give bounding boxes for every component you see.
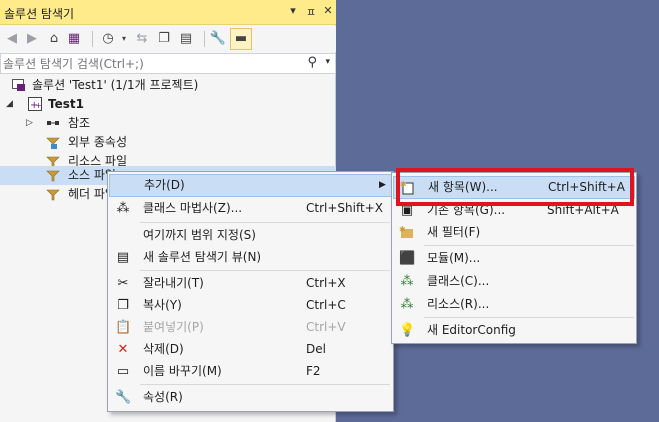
tree-item-label: 참조 (68, 116, 91, 130)
submenu-item-new-editorconfig[interactable]: 💡 새 EditorConfig (393, 319, 635, 342)
tree-item-label: 외부 종속성 (68, 135, 128, 149)
menu-item-rename[interactable]: ▭ 이름 바꾸기(M) F2 (109, 360, 392, 383)
wrench-icon: 🔧 (115, 390, 132, 405)
menu-separator (424, 317, 634, 318)
menu-item-paste[interactable]: 📋 붙여넣기(P) Ctrl+V (109, 316, 392, 339)
back-icon[interactable]: ◀ (2, 29, 22, 49)
search-icon[interactable]: ⚲ (307, 55, 317, 70)
sync-icon[interactable]: ⇆ (132, 29, 152, 49)
menu-item-class-wizard[interactable]: ⁂ 클래스 마법사(Z)... Ctrl+Shift+X (109, 197, 392, 220)
class-wizard-icon: ⁂ (116, 201, 130, 216)
forward-icon[interactable]: ▶ (22, 29, 42, 49)
submenu-arrow-icon: ▶ (379, 180, 386, 190)
svg-text:+: + (35, 101, 42, 110)
annotation-highlight-box (396, 168, 634, 206)
menu-separator (140, 222, 390, 223)
tree-item-references[interactable]: ▷ 참조 (0, 114, 336, 133)
references-icon (47, 121, 59, 125)
switch-views-icon[interactable]: ▦ (64, 29, 84, 49)
menu-item-delete[interactable]: ✕ 삭제(D) Del (109, 338, 392, 361)
menu-item-cut[interactable]: ✂ 잘라내기(T) Ctrl+X (109, 272, 392, 295)
copy-icon: ❐ (117, 298, 129, 313)
collapse-all-icon[interactable]: ❐ (154, 29, 174, 49)
menu-item-copy[interactable]: ❐ 복사(Y) Ctrl+C (109, 294, 392, 317)
svg-text:✱: ✱ (399, 225, 406, 234)
paste-icon: 📋 (115, 320, 132, 335)
pin-icon[interactable]: ㅍ (304, 4, 318, 20)
menu-item-properties[interactable]: 🔧 속성(R) (109, 386, 392, 409)
scissors-icon: ✂ (117, 276, 129, 291)
menu-item-add[interactable]: 추가(D) ▶ (109, 174, 392, 197)
panel-title-bar: 솔루션 탐색기 ▾ ㅍ ✕ (0, 0, 336, 25)
menu-separator (424, 245, 634, 246)
preview-selected-icon[interactable]: ▬ (230, 28, 252, 50)
tree-item-project[interactable]: ◢ + + Test1 (0, 95, 336, 114)
lightbulb-icon: 💡 (399, 323, 416, 338)
new-filter-icon: ✱ (399, 225, 415, 241)
cpp-project-icon: + + (28, 97, 42, 111)
menu-separator (140, 270, 390, 271)
expanded-arrow-icon[interactable]: ◢ (6, 95, 13, 114)
class-icon: ⁂ (400, 274, 414, 289)
window-position-dropdown-icon[interactable]: ▾ (286, 4, 300, 17)
resource-icon: ⁂ (400, 297, 414, 312)
tree-item-solution[interactable]: 솔루션 'Test1' (1/1개 프로젝트) (0, 76, 336, 95)
module-icon: ⬛ (399, 251, 416, 266)
home-icon[interactable]: ⌂ (44, 29, 64, 49)
submenu-item-new-filter[interactable]: ✱ 새 필터(F) (393, 221, 635, 244)
toolbar-separator (92, 31, 93, 47)
delete-x-icon: ✕ (117, 342, 129, 357)
filter-folder-icon (46, 170, 60, 182)
menu-separator (140, 384, 390, 385)
show-all-files-icon[interactable]: ▤ (176, 29, 196, 49)
tree-item-external-dependencies[interactable]: 외부 종속성 (0, 133, 336, 152)
solution-label: 솔루션 'Test1' (1/1개 프로젝트) (32, 78, 199, 92)
search-box[interactable]: ⚲ ▾ (0, 53, 336, 74)
menu-item-scope-to-this[interactable]: 여기까지 범위 지정(S) (109, 224, 392, 247)
rename-icon: ▭ (116, 364, 130, 379)
panel-toolbar: ◀ ▶ ⌂ ▦ ◷ ▾ ⇆ ❐ ▤ 🔧 ▬ (0, 26, 336, 52)
context-menu: 추가(D) ▶ ⁂ 클래스 마법사(Z)... Ctrl+Shift+X 여기까… (107, 171, 394, 412)
close-icon[interactable]: ✕ (321, 4, 335, 17)
external-dependencies-icon (46, 137, 60, 149)
new-view-icon: ▤ (116, 250, 130, 265)
chevron-down-icon[interactable]: ▾ (114, 29, 134, 49)
submenu-item-module[interactable]: ⬛ 모듈(M)... (393, 247, 635, 270)
panel-title: 솔루션 탐색기 (4, 7, 75, 21)
properties-wrench-icon[interactable]: 🔧 (208, 29, 228, 49)
submenu-item-resource[interactable]: ⁂ 리소스(R)... (393, 293, 635, 316)
submenu-item-class[interactable]: ⁂ 클래스(C)... (393, 270, 635, 293)
collapsed-arrow-icon[interactable]: ▷ (26, 114, 33, 133)
solution-icon (12, 79, 25, 91)
menu-item-new-explorer-view[interactable]: ▤ 새 솔루션 탐색기 뷰(N) (109, 246, 392, 269)
toolbar-separator (204, 31, 205, 47)
project-label: Test1 (48, 97, 84, 111)
search-options-chevron-icon[interactable]: ▾ (325, 57, 330, 67)
search-input[interactable] (3, 55, 299, 72)
filter-folder-icon (46, 189, 60, 201)
